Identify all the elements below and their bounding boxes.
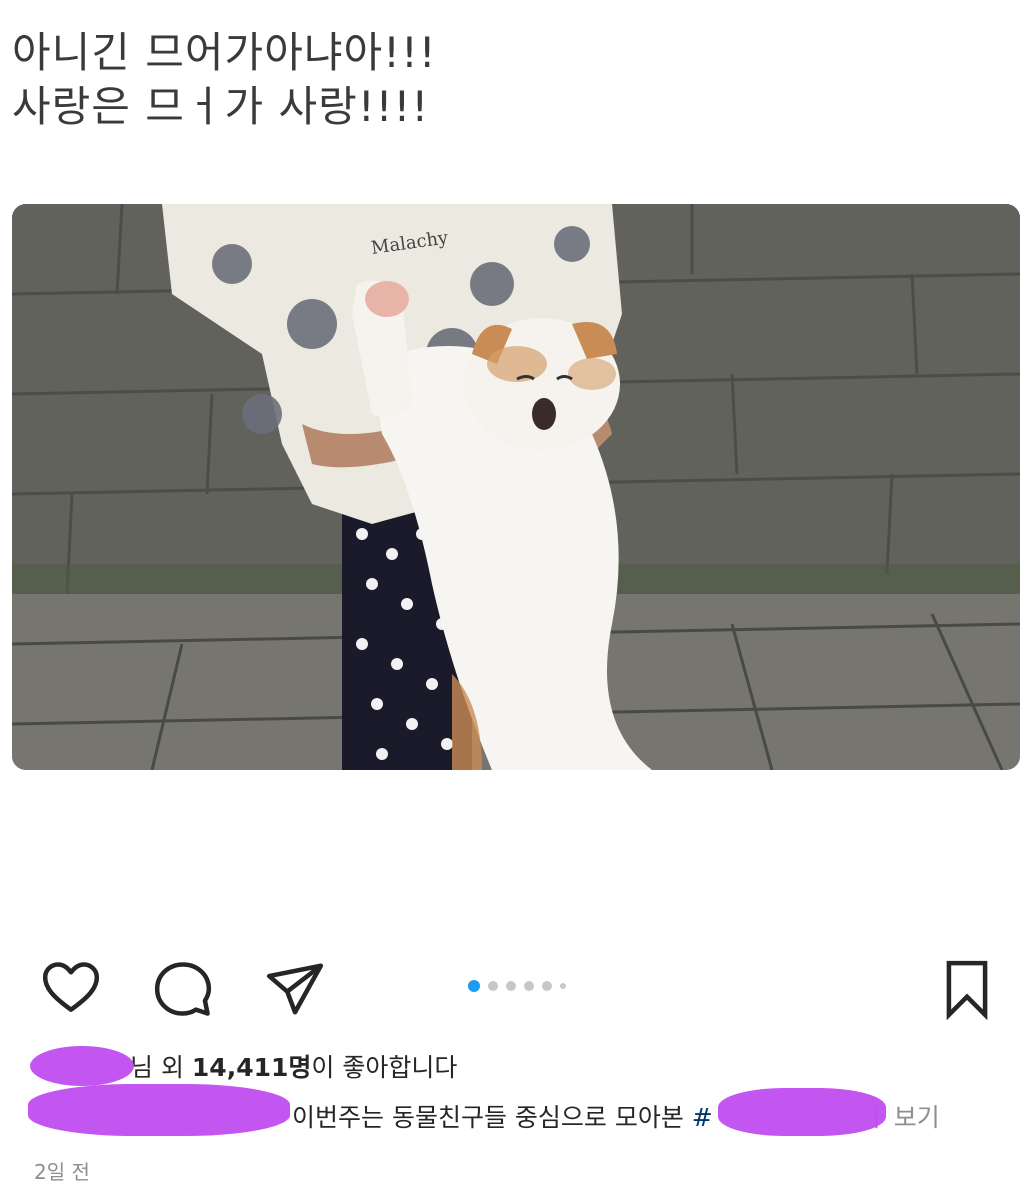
share-button[interactable] — [264, 958, 326, 1020]
redaction-mark — [30, 1046, 134, 1086]
carousel-indicator — [468, 978, 566, 994]
likes-prefix: 님 외 — [130, 1053, 192, 1082]
post-timestamp: 2일 전 — [34, 1160, 90, 1184]
bookmark-icon — [946, 960, 988, 1020]
redaction-mark — [28, 1084, 290, 1136]
carousel-dot — [542, 981, 552, 991]
heart-icon — [42, 962, 100, 1012]
post-title: 아니긴 므어가아냐아!!! 사랑은 므ㅓ가 사랑!!!! — [12, 26, 437, 134]
caption-text: 이번주는 동물친구들 중심으로 모아본 — [292, 1103, 692, 1132]
caption-hashtag[interactable]: # — [692, 1103, 713, 1132]
carousel-dot — [488, 981, 498, 991]
post-action-bar — [0, 950, 1036, 1020]
carousel-dot — [506, 981, 516, 991]
post-title-line-1: 아니긴 므어가아냐아!!! — [12, 28, 437, 77]
paper-plane-icon — [266, 963, 324, 1015]
cat-held-up-photo: Malachy — [12, 204, 1020, 770]
comment-icon — [154, 962, 212, 1016]
likes-suffix: 이 좋아합니다 — [311, 1053, 458, 1082]
post-photo[interactable]: Malachy — [12, 204, 1020, 770]
like-button[interactable] — [40, 958, 102, 1020]
save-button[interactable] — [936, 958, 998, 1020]
comment-button[interactable] — [152, 958, 214, 1020]
post-title-line-2: 사랑은 므ㅓ가 사랑!!!! — [12, 82, 430, 131]
redaction-mark — [718, 1088, 886, 1136]
carousel-dot — [524, 981, 534, 991]
carousel-dot — [560, 983, 566, 989]
carousel-dot — [468, 980, 480, 992]
likes-count: 14,411명 — [191, 1053, 312, 1082]
